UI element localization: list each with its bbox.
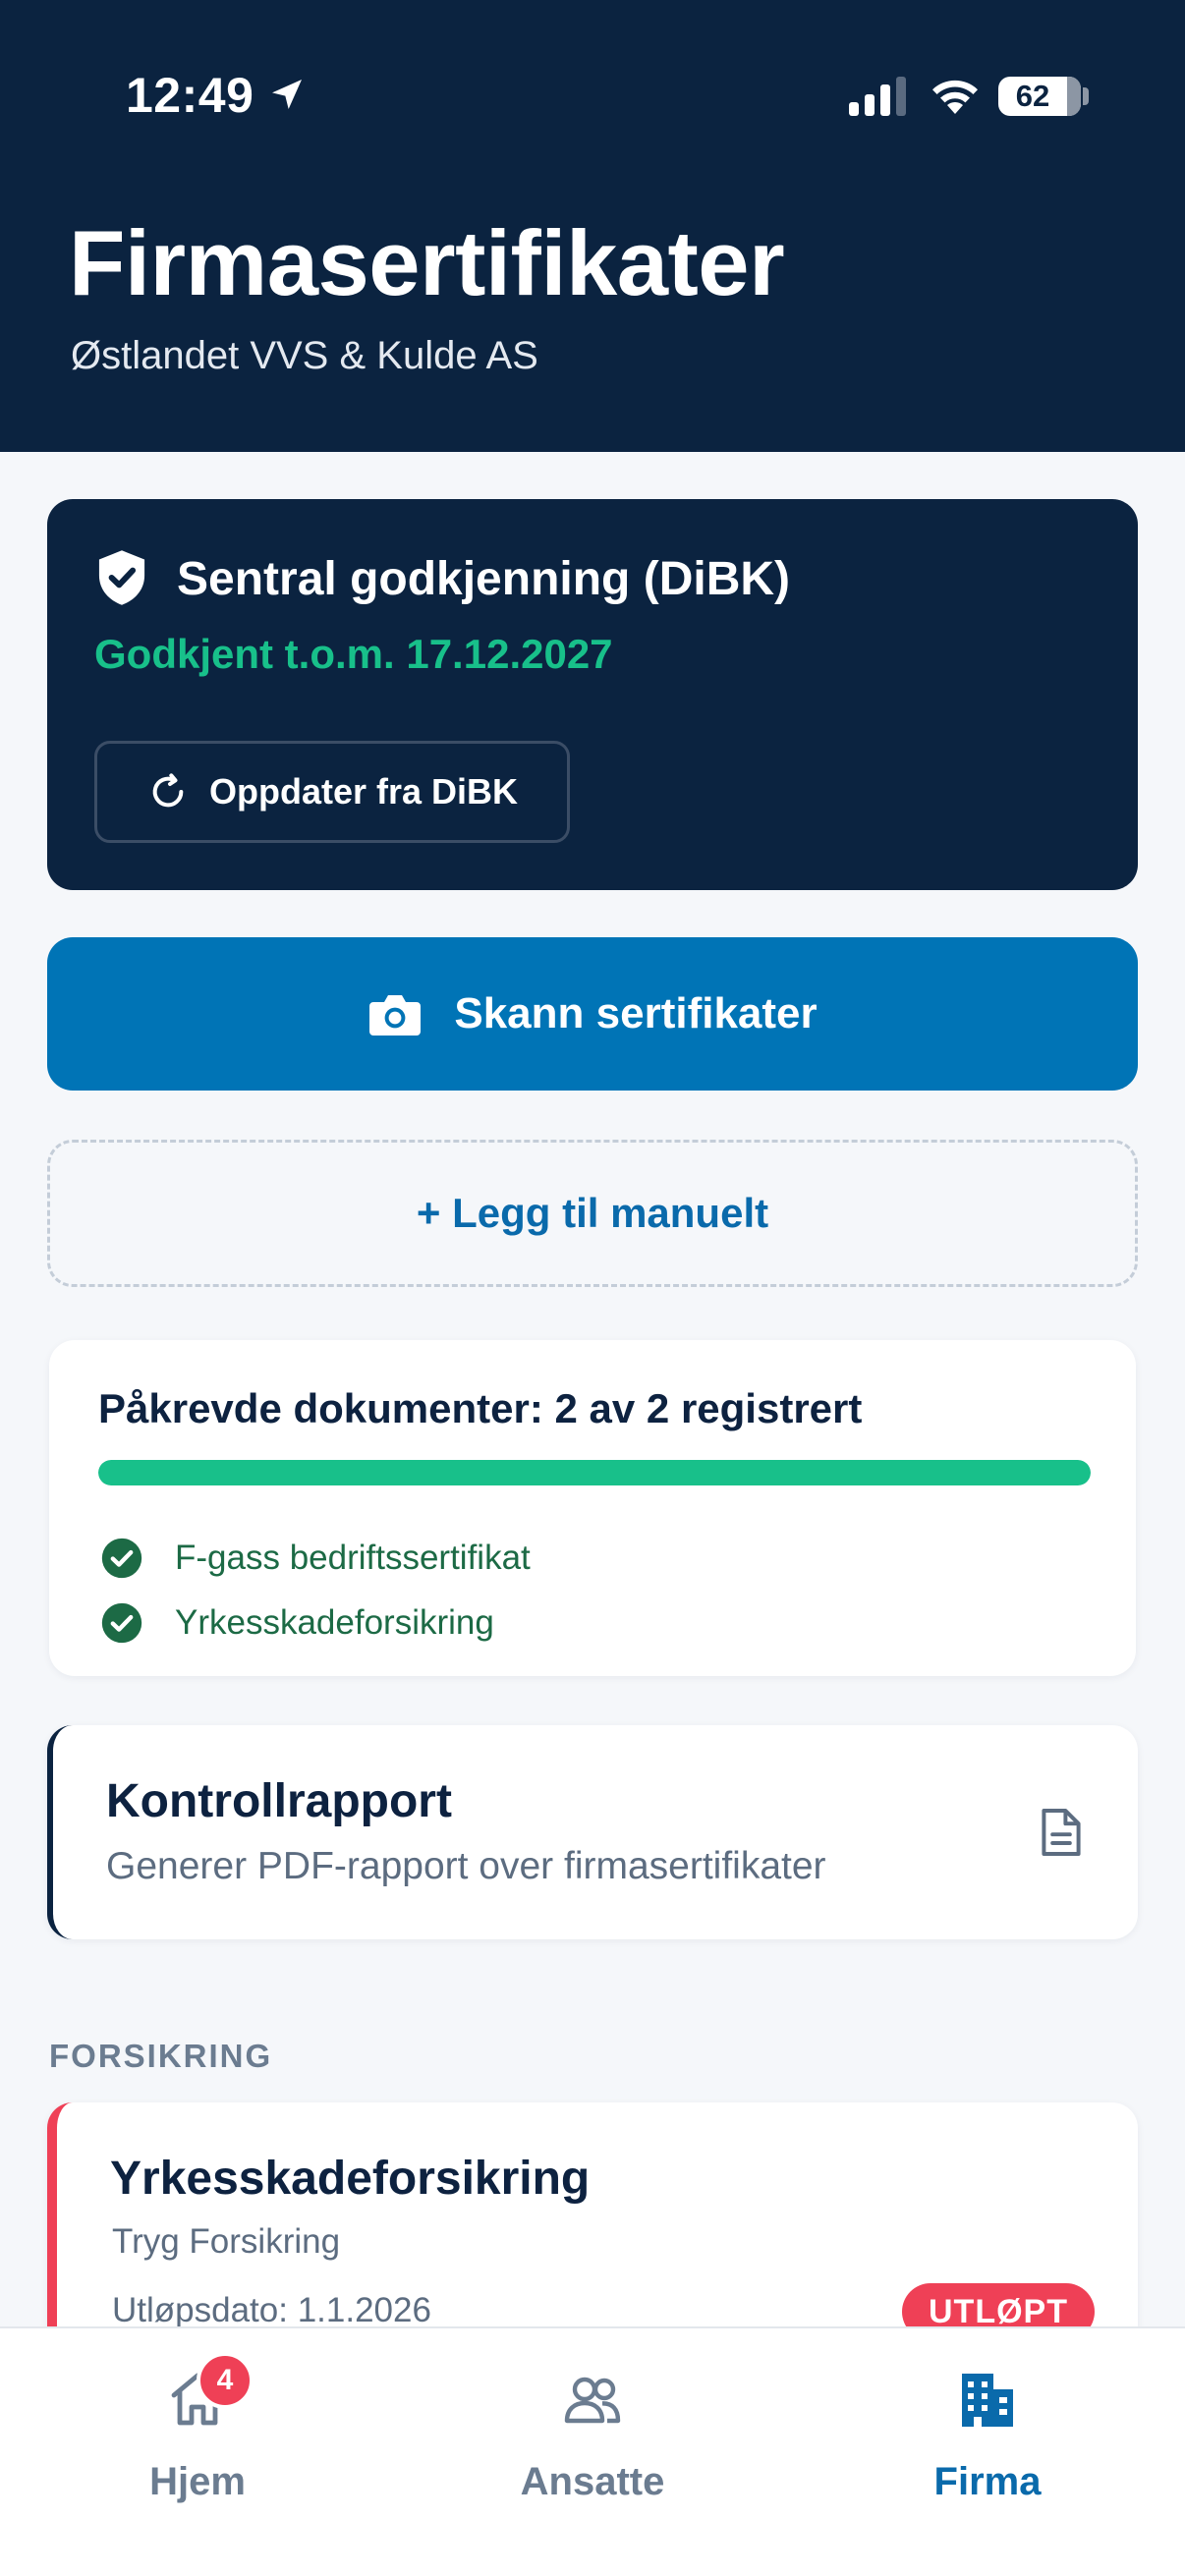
company-name: Østlandet VVS & Kulde AS [71, 334, 538, 377]
shield-check-icon [98, 550, 145, 605]
insurance-title: Yrkesskadeforsikring [110, 2153, 591, 2205]
people-icon [564, 2377, 621, 2424]
section-label-insurance: FORSIKRING [49, 2038, 273, 2074]
required-documents-card: Påkrevde dokumenter: 2 av 2 registrert F… [49, 1340, 1136, 1676]
tab-home-label: Hjem [149, 2460, 246, 2503]
control-report-card[interactable]: Kontrollrapport Generer PDF-rapport over… [47, 1725, 1138, 1939]
check-circle-icon [101, 1602, 142, 1644]
dibk-title: Sentral godkjenning (DiBK) [177, 553, 790, 605]
tab-company[interactable]: Firma [790, 2328, 1185, 2576]
camera-icon [369, 995, 422, 1036]
wifi-icon [932, 80, 978, 114]
refresh-dibk-button[interactable]: Oppdater fra DiBK [94, 741, 570, 843]
tab-company-label: Firma [933, 2460, 1042, 2503]
insurance-provider: Tryg Forsikring [112, 2222, 341, 2261]
documents-progress-fill [98, 1460, 1091, 1485]
status-bar: 12:49 62 [0, 0, 1185, 196]
document-label: Yrkesskadeforsikring [175, 1603, 494, 1642]
scan-certificates-button[interactable]: Skann sertifikater [47, 937, 1138, 1091]
tab-bar: 4 Hjem Ansatte Firma [0, 2326, 1185, 2576]
insurance-expiry: Utløpsdato: 1.1.2026 [112, 2291, 431, 2329]
add-manually-label: + Legg til manuelt [416, 1190, 769, 1236]
battery-icon: 62 [998, 77, 1081, 116]
add-manually-button[interactable]: + Legg til manuelt [47, 1140, 1138, 1287]
refresh-label: Oppdater fra DiBK [209, 771, 519, 812]
documents-progress-bar [98, 1460, 1091, 1485]
document-icon [1042, 1809, 1081, 1856]
notification-badge: 4 [197, 2352, 254, 2409]
report-subtitle: Generer PDF-rapport over firmasertifikat… [106, 1845, 826, 1887]
location-arrow-icon [272, 80, 302, 109]
dibk-card: Sentral godkjenning (DiBK) Godkjent t.o.… [47, 499, 1138, 890]
page-title: Firmasertifikater [69, 211, 785, 314]
battery-level: 62 [1015, 79, 1050, 113]
tab-employees-label: Ansatte [520, 2460, 665, 2503]
battery-tip [1083, 87, 1089, 105]
tab-home[interactable]: 4 Hjem [0, 2328, 395, 2576]
document-item: F-gass bedriftssertifikat [100, 1537, 531, 1580]
refresh-icon [152, 773, 184, 808]
document-label: F-gass bedriftssertifikat [175, 1539, 531, 1577]
check-circle-icon [101, 1538, 142, 1579]
signal-icon [849, 77, 906, 116]
report-title: Kontrollrapport [106, 1775, 452, 1827]
building-icon [962, 2374, 1013, 2427]
status-time: 12:49 [126, 68, 254, 123]
dibk-status: Godkjent t.o.m. 17.12.2027 [94, 631, 613, 677]
scan-label: Skann sertifikater [454, 989, 818, 1037]
required-documents-title: Påkrevde dokumenter: 2 av 2 registrert [98, 1385, 863, 1431]
header: 12:49 62 Firmasertifikater Østlandet VVS… [0, 0, 1185, 452]
document-item: Yrkesskadeforsikring [100, 1601, 494, 1645]
tab-employees[interactable]: Ansatte [395, 2328, 790, 2576]
